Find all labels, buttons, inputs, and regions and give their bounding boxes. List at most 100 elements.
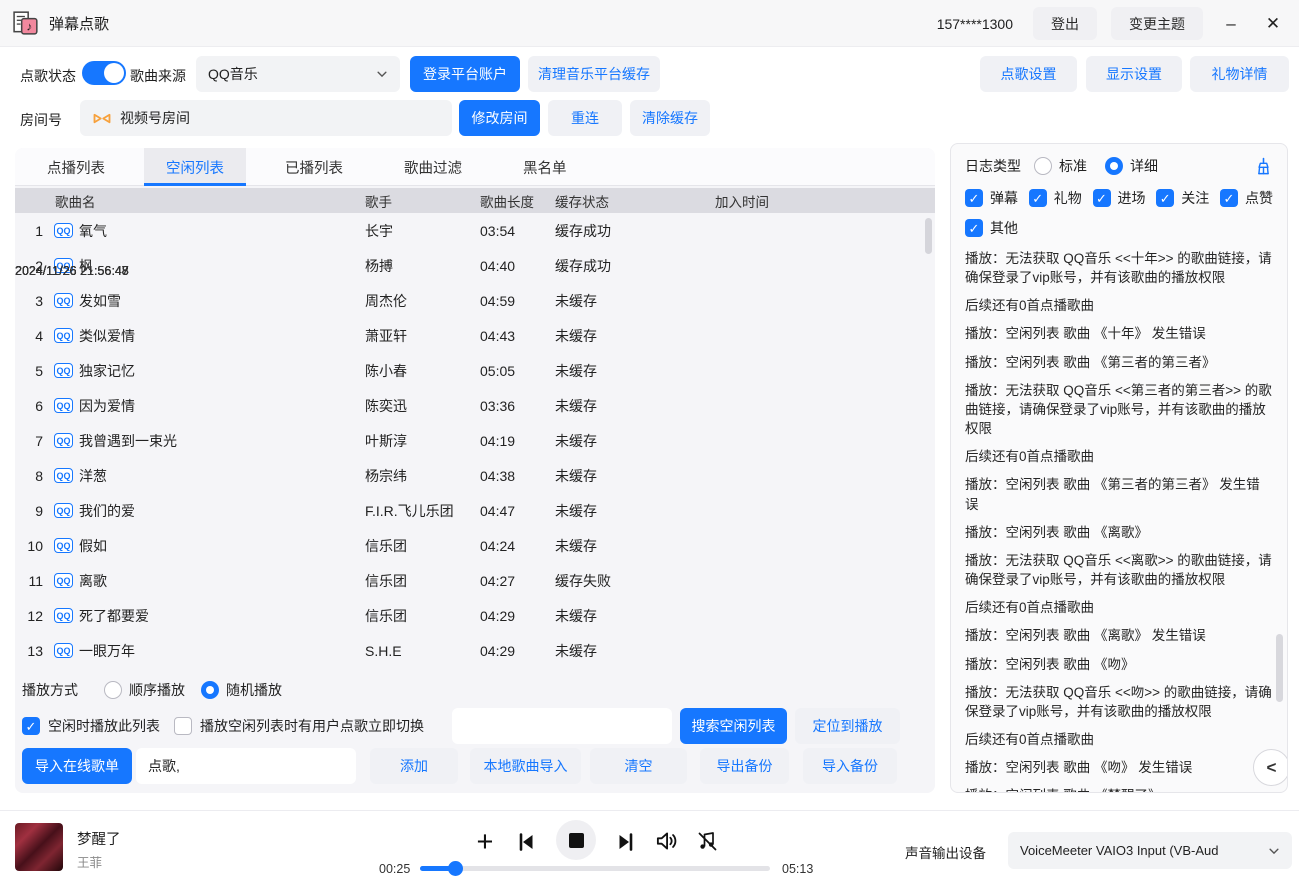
login-platform-button[interactable]: 登录平台账户	[410, 56, 520, 92]
table-row[interactable]: 6QQ因为爱情陈奕迅03:36未缓存2024/11/26 21:56:48	[15, 388, 935, 423]
audio-output-value: VoiceMeeter VAIO3 Input (VB-Aud	[1020, 843, 1268, 858]
checkbox-checked-icon[interactable]: ✓	[1093, 189, 1111, 207]
locate-playing-button[interactable]: 定位到播放	[795, 708, 900, 744]
idle-option-0[interactable]: ✓空闲时播放此列表	[22, 716, 160, 736]
clean-music-cache-button[interactable]: 清理音乐平台缓存	[528, 56, 660, 92]
table-row[interactable]: 5QQ独家记忆陈小春05:05未缓存2024/11/26 21:56:48	[15, 353, 935, 388]
modify-room-button[interactable]: 修改房间	[459, 100, 540, 136]
settings-button-1[interactable]: 显示设置	[1086, 56, 1182, 92]
table-row[interactable]: 10QQ假如信乐团04:24未缓存2024/11/26 21:56:48	[15, 528, 935, 563]
action-button-0[interactable]: 添加	[370, 748, 458, 784]
room-input[interactable]: 视频号房间	[80, 100, 452, 136]
idle-search-input[interactable]	[452, 708, 672, 744]
checkbox-checked-icon[interactable]: ✓	[1220, 189, 1238, 207]
table-row[interactable]: 13QQ一眼万年S.H.E04:29未缓存2024/11/26 21:56:48	[15, 633, 935, 668]
log-filter-1[interactable]: ✓礼物	[1029, 188, 1082, 208]
checkbox-unchecked-icon[interactable]	[174, 717, 192, 735]
action-button-1[interactable]: 本地歌曲导入	[470, 748, 581, 784]
cell-name: 死了都要爱	[73, 606, 365, 626]
table-row[interactable]: 3QQ发如雪周杰伦04:59未缓存2024/11/26 21:56:47	[15, 283, 935, 318]
table-scrollbar[interactable]	[925, 218, 932, 254]
qq-music-icon: QQ	[54, 433, 73, 448]
checkbox-checked-icon[interactable]: ✓	[1156, 189, 1174, 207]
checkbox-checked-icon[interactable]: ✓	[1029, 189, 1047, 207]
checkbox-checked-icon[interactable]: ✓	[22, 717, 40, 735]
source-select[interactable]: QQ音乐	[196, 56, 400, 92]
checkbox-checked-icon[interactable]: ✓	[965, 219, 983, 237]
play-mode-option-1[interactable]: 随机播放	[201, 680, 282, 700]
tab-3[interactable]: 歌曲过滤	[382, 148, 484, 186]
log-filter-4[interactable]: ✓点赞	[1220, 188, 1273, 208]
search-idle-list-button[interactable]: 搜索空闲列表	[680, 708, 787, 744]
log-filter-2[interactable]: ✓进场	[1093, 188, 1146, 208]
cell-artist: 信乐团	[365, 606, 480, 626]
lyrics-off-icon[interactable]	[695, 828, 719, 854]
audio-output-select[interactable]: VoiceMeeter VAIO3 Input (VB-Aud	[1008, 832, 1292, 869]
log-entry: 播放：空闲列表 歌曲 《吻》 发生错误	[965, 758, 1273, 777]
cell-num: 7	[15, 433, 43, 449]
song-request-toggle[interactable]	[82, 61, 126, 85]
add-song-input[interactable]: 点歌,	[136, 748, 356, 784]
action-button-4[interactable]: 导入备份	[803, 748, 897, 784]
radio-selected-icon[interactable]	[201, 681, 219, 699]
close-icon[interactable]: ✕	[1259, 14, 1287, 34]
play-mode-option-0[interactable]: 顺序播放	[104, 680, 185, 700]
log-scrollbar[interactable]	[1276, 634, 1283, 702]
tab-2[interactable]: 已播列表	[263, 148, 365, 186]
tab-0[interactable]: 点播列表	[25, 148, 127, 186]
action-button-3[interactable]: 导出备份	[700, 748, 789, 784]
settings-button-0[interactable]: 点歌设置	[980, 56, 1077, 92]
play-mode-row: 播放方式 顺序播放随机播放	[22, 676, 282, 704]
change-theme-button[interactable]: 变更主题	[1111, 7, 1203, 40]
cell-icon: QQ	[43, 468, 73, 483]
minimize-icon[interactable]: –	[1217, 14, 1245, 34]
radio-unselected-icon[interactable]	[1034, 157, 1052, 175]
total-time: 05:13	[782, 862, 813, 876]
tab-1[interactable]: 空闲列表	[144, 148, 246, 186]
table-row[interactable]: 2QQ枫杨搏04:40缓存成功2024/11/26 21:56:47	[15, 248, 935, 283]
log-filter-5[interactable]: ✓其他	[965, 218, 1018, 238]
table-row[interactable]: 1QQ氧气长宇03:54缓存成功2024/11/26 21:56:47	[15, 213, 935, 248]
add-song-icon[interactable]: +	[470, 825, 500, 859]
header-added-time: 加入时间	[715, 191, 935, 211]
cell-status: 缓存成功	[555, 256, 715, 276]
log-type-option-label: 详细	[1130, 156, 1158, 176]
app-icon: ♪	[13, 10, 39, 36]
progress-slider[interactable]	[420, 866, 770, 871]
clear-cache-button[interactable]: 清除缓存	[630, 100, 710, 136]
tab-4[interactable]: 黑名单	[501, 148, 589, 186]
header-cache-status: 缓存状态	[555, 191, 715, 211]
previous-track-icon[interactable]	[514, 829, 538, 855]
chevron-down-icon	[1268, 845, 1280, 857]
clear-log-icon[interactable]	[1254, 157, 1273, 176]
table-row[interactable]: 11QQ离歌信乐团04:27缓存失败2024/11/26 21:56:48	[15, 563, 935, 598]
cell-artist: 陈奕迅	[365, 396, 480, 416]
player-bar: 梦醒了 王菲 + 00:25 05:13 声音输出设备 VoiceMeeter …	[0, 810, 1299, 883]
action-button-2[interactable]: 清空	[590, 748, 687, 784]
table-row[interactable]: 7QQ我曾遇到一束光叶斯淳04:19未缓存2024/11/26 21:56:48	[15, 423, 935, 458]
log-type-option-1[interactable]: 详细	[1105, 156, 1158, 176]
titlebar: ♪ 弹幕点歌 157****1300 登出 变更主题 – ✕	[0, 0, 1299, 47]
log-filter-3[interactable]: ✓关注	[1156, 188, 1209, 208]
table-row[interactable]: 8QQ洋葱杨宗纬04:38未缓存2024/11/26 21:56:48	[15, 458, 935, 493]
collapse-panel-button[interactable]: <	[1253, 749, 1288, 786]
table-row[interactable]: 4QQ类似爱情萧亚轩04:43未缓存2024/11/26 21:56:47	[15, 318, 935, 353]
settings-button-2[interactable]: 礼物详情	[1190, 56, 1289, 92]
radio-selected-icon[interactable]	[1105, 157, 1123, 175]
table-row[interactable]: 12QQ死了都要爱信乐团04:29未缓存2024/11/26 21:56:48	[15, 598, 935, 633]
volume-icon[interactable]	[653, 828, 679, 854]
cell-artist: 叶斯淳	[365, 431, 480, 451]
log-type-option-0[interactable]: 标准	[1034, 156, 1087, 176]
stop-icon[interactable]	[556, 820, 596, 860]
cell-status: 未缓存	[555, 536, 715, 556]
table-row[interactable]: 9QQ我们的爱F.I.R.飞儿乐团04:47未缓存2024/11/26 21:5…	[15, 493, 935, 528]
checkbox-checked-icon[interactable]: ✓	[965, 189, 983, 207]
progress-thumb[interactable]	[448, 861, 463, 876]
reconnect-button[interactable]: 重连	[548, 100, 622, 136]
log-filter-0[interactable]: ✓弹幕	[965, 188, 1018, 208]
import-online-playlist-button[interactable]: 导入在线歌单	[22, 748, 132, 784]
idle-option-1[interactable]: 播放空闲列表时有用户点歌立即切换	[174, 716, 424, 736]
next-track-icon[interactable]	[614, 829, 638, 855]
radio-unselected-icon[interactable]	[104, 681, 122, 699]
logout-button[interactable]: 登出	[1033, 7, 1097, 40]
